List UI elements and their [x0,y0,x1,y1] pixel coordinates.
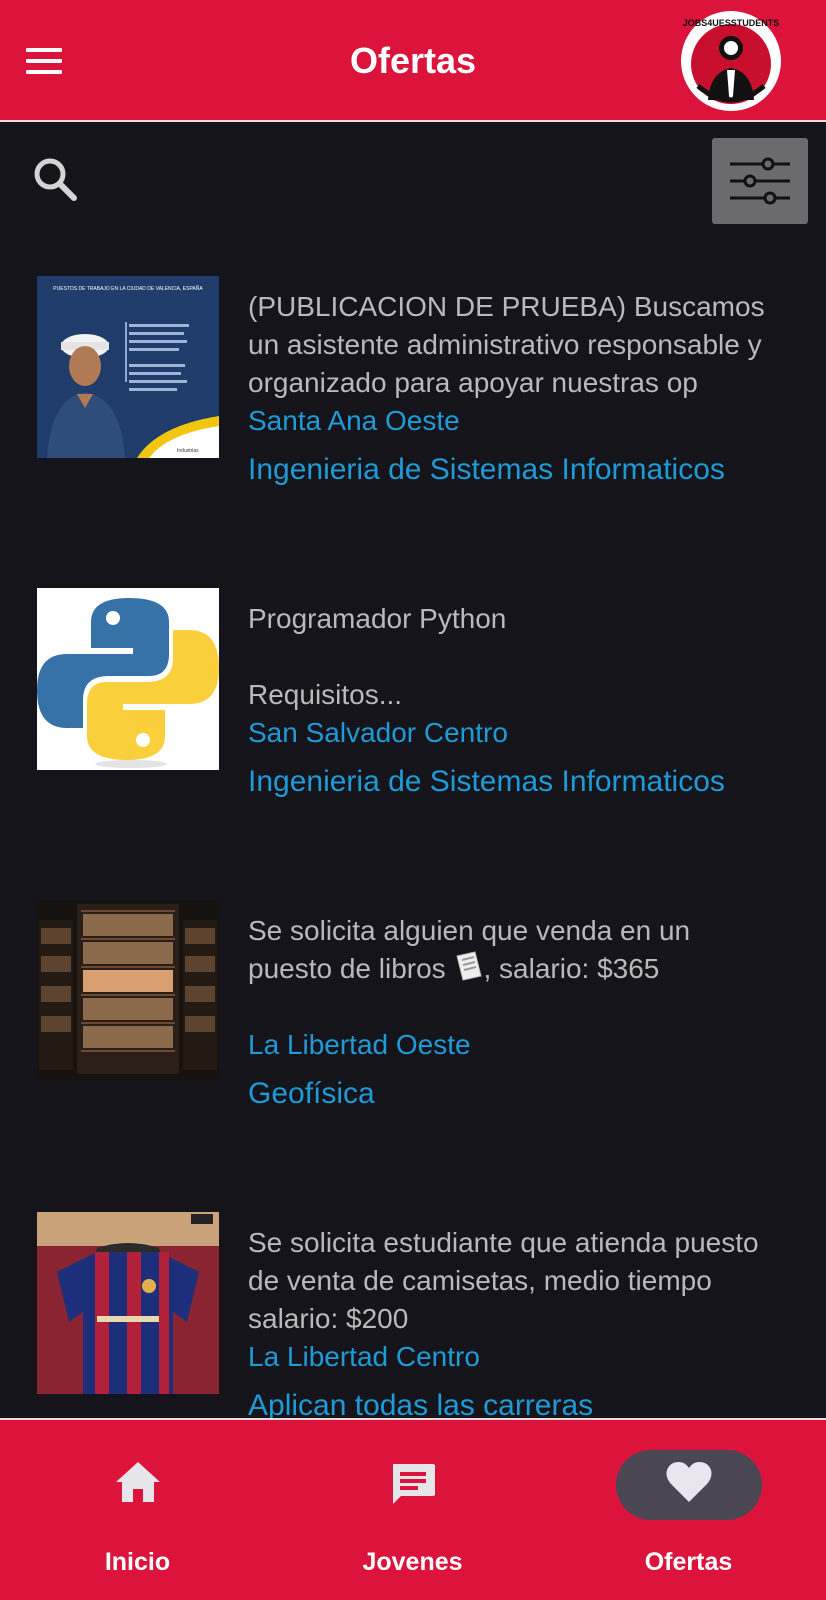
logo-text: JOBS4UESSTUDENTS [683,18,780,28]
offer-description: Se solicita estudiante que atienda puest… [248,1227,767,1334]
nav-label: Inicio [104,1548,171,1576]
nav-inicio[interactable]: Inicio [0,1420,275,1600]
flyer-title: PUESTOS DE TRABAJO EN LA CIUDAD DE VALEN… [53,285,203,292]
offer-career: Geofísica [248,1077,375,1110]
offer-description: Se solicita alguien que venda en un pues… [248,915,698,984]
nav-label: Ofertas [644,1548,733,1576]
sliders-icon [730,157,790,205]
offer-description: Programador Python Requisitos... [248,603,507,710]
offer-image [37,900,219,1082]
bottom-navigation: Inicio Jovenes Ofertas [0,1418,826,1600]
nav-label: Jovenes [362,1548,463,1576]
offer-description: (PUBLICACION DE PRUEBA) Buscamos un asis… [248,291,773,398]
offer-image [37,588,219,770]
offer-career: Aplican todas las carreras [248,1389,594,1418]
nav-jovenes[interactable]: Jovenes [275,1420,550,1600]
offer-image: PUESTOS DE TRABAJO EN LA CIUDAD DE VALEN… [37,276,219,458]
offer-career: Ingenieria de Sistemas Informaticos [248,765,725,798]
offer-card[interactable]: Se solicita estudiante que atienda puest… [0,1176,826,1418]
home-icon [115,1462,160,1502]
offer-location: La Libertad Oeste [248,1029,471,1060]
flyer-subtitle: Industrias [177,448,199,454]
offer-location: La Libertad Centro [248,1341,480,1372]
offer-location: San Salvador Centro [248,717,508,748]
offer-card[interactable]: Programador Python Requisitos... San Sal… [0,552,826,852]
offer-career: Ingenieria de Sistemas Informaticos [248,453,725,486]
heart-icon [666,1462,711,1502]
offer-location: Santa Ana Oeste [248,405,460,436]
offer-card[interactable]: PUESTOS DE TRABAJO EN LA CIUDAD DE VALEN… [0,240,826,540]
offers-list: PUESTOS DE TRABAJO EN LA CIUDAD DE VALEN… [0,240,826,1418]
nav-ofertas[interactable]: Ofertas [551,1420,826,1600]
offer-card[interactable]: Se solicita alguien que venda en un pues… [0,864,826,1164]
offer-image [37,1212,219,1394]
python-logo-icon [37,588,219,770]
top-app-bar: Ofertas JOBS4UESSTUDENTS [0,0,826,122]
search-icon[interactable] [32,156,78,202]
chat-icon [392,1464,435,1504]
newspaper-icon [456,951,483,981]
app-logo: JOBS4UESSTUDENTS [681,11,781,111]
filter-button[interactable] [712,138,808,224]
